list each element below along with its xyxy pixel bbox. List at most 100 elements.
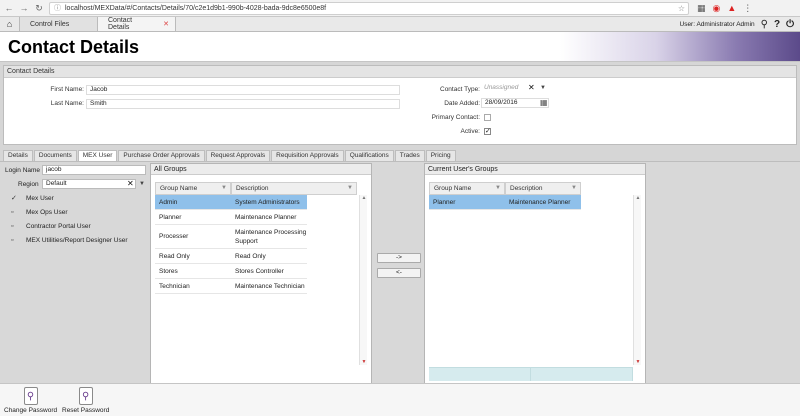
reset-password-button[interactable]: ⚲ Reset Password (62, 387, 109, 414)
chevron-down-icon[interactable]: ▼ (495, 183, 501, 194)
tab-documents[interactable]: Documents (33, 150, 77, 161)
date-added-label: Date Added: (444, 100, 480, 107)
contact-type-select[interactable]: Unassigned (484, 84, 529, 91)
scrollbar[interactable]: ▲ ▼ (633, 195, 641, 365)
scroll-up-icon[interactable]: ▲ (360, 195, 368, 201)
column-description[interactable]: Description ▼ (505, 182, 581, 195)
browser-toolbar: ← → ↻ ⓘ localhost/MEXData/#/Contacts/Det… (0, 0, 800, 17)
active-checkbox[interactable]: ✓ (484, 128, 491, 135)
grid-body: Admin System Administrators Planner Main… (155, 195, 307, 294)
title-band: Contact Details (0, 32, 800, 62)
column-group-name[interactable]: Group Name ▼ (429, 182, 505, 195)
scroll-down-icon[interactable]: ▼ (360, 359, 368, 365)
tab-label: Contact Details (108, 17, 133, 31)
panel-header: Contact Details (4, 66, 796, 78)
region-label: Region (18, 181, 39, 188)
scroll-down-icon[interactable]: ▼ (634, 359, 642, 365)
all-groups-grid: All Groups Group Name ▼ Description ▼ Admi… (150, 163, 372, 384)
remove-group-button[interactable]: <- (377, 268, 421, 278)
bottom-toolbar: ⚲ Change Password ⚲ Reset Password (0, 383, 800, 416)
change-password-button[interactable]: ⚲ Change Password (4, 387, 57, 414)
column-description[interactable]: Description ▼ (231, 182, 357, 195)
table-row[interactable]: Planner Maintenance Planner (429, 195, 581, 210)
tab-details[interactable]: Details (3, 150, 33, 161)
checkbox-icon[interactable]: ▫ (11, 209, 17, 216)
role-label: Mex Ops User (26, 209, 68, 216)
role-mex-user[interactable]: ✓ Mex User (11, 195, 54, 203)
scrollbar[interactable]: ▲ ▼ (359, 195, 367, 365)
table-row[interactable]: Stores Stores Controller (155, 264, 307, 279)
subtab-bar: Details Documents MEX User Purchase Orde… (3, 150, 457, 161)
chevron-down-icon[interactable]: ▼ (139, 181, 145, 187)
region-select[interactable]: Default (42, 179, 136, 189)
tab-pricing[interactable]: Pricing (425, 150, 456, 161)
chevron-down-icon[interactable]: ▼ (571, 183, 577, 194)
home-icon[interactable]: ⌂ (0, 17, 20, 31)
app-tab-strip: ⌂ Control Files Contact Details ✕ User: … (0, 17, 800, 32)
tab-mex-user[interactable]: MEX User (77, 150, 118, 161)
role-mex-ops-user[interactable]: ▫ Mex Ops User (11, 209, 68, 217)
role-label: MEX Utilities/Report Designer User (26, 237, 128, 244)
extension-icon[interactable]: ▦ (697, 3, 706, 14)
table-row[interactable]: Planner Maintenance Planner (155, 210, 307, 225)
scroll-up-icon[interactable]: ▲ (634, 195, 642, 201)
reload-icon[interactable]: ↻ (33, 2, 45, 14)
footer-cell (531, 368, 633, 381)
chevron-down-icon[interactable]: ▼ (347, 183, 353, 194)
back-icon[interactable]: ← (3, 2, 15, 14)
address-bar[interactable]: ⓘ localhost/MEXData/#/Contacts/Details/7… (49, 1, 689, 15)
role-label: Contractor Portal User (26, 223, 91, 230)
checkbox-checked-icon[interactable]: ✓ (11, 195, 17, 202)
table-row[interactable]: Technician Maintenance Technician (155, 279, 307, 294)
search-icon[interactable]: ⚲ (761, 19, 768, 30)
contact-details-panel: Contact Details First Name: Jacob Last N… (3, 65, 797, 145)
grid-footer (429, 367, 633, 381)
date-added-input[interactable]: 28/09/2016 (481, 98, 549, 108)
page-title: Contact Details (8, 37, 140, 57)
tab-control-files[interactable]: Control Files (20, 17, 98, 31)
primary-contact-label: Primary Contact: (431, 114, 480, 121)
last-name-input[interactable]: Smith (86, 99, 400, 109)
login-name-input[interactable]: jacob (42, 165, 146, 175)
clear-icon[interactable]: ✕ (127, 179, 134, 188)
close-icon[interactable]: ✕ (163, 20, 169, 28)
checkbox-icon[interactable]: ▫ (11, 223, 17, 230)
tab-purchase-order-approvals[interactable]: Purchase Order Approvals (118, 150, 205, 161)
current-groups-grid: Current User's Groups Group Name ▼ Descri… (424, 163, 646, 384)
calendar-icon[interactable]: ▦ (540, 98, 548, 107)
first-name-label: First Name: (50, 86, 84, 93)
table-row[interactable]: Admin System Administrators (155, 195, 307, 210)
role-contractor-portal-user[interactable]: ▫ Contractor Portal User (11, 223, 91, 231)
role-report-designer-user[interactable]: ▫ MEX Utilities/Report Designer User (11, 237, 128, 245)
tab-trades[interactable]: Trades (394, 150, 425, 161)
grid-title: Current User's Groups (425, 164, 645, 175)
extension-alert-icon[interactable]: ▲ (727, 3, 736, 13)
active-label: Active: (460, 128, 480, 135)
chevron-down-icon[interactable]: ▼ (221, 183, 227, 194)
table-row[interactable]: Read Only Read Only (155, 249, 307, 264)
star-icon[interactable]: ☆ (678, 4, 685, 13)
add-group-button[interactable]: -> (377, 253, 421, 263)
grid-header: Group Name ▼ Description ▼ (155, 182, 357, 195)
primary-contact-checkbox[interactable] (484, 114, 491, 121)
column-group-name[interactable]: Group Name ▼ (155, 182, 231, 195)
grid-header: Group Name ▼ Description ▼ (429, 182, 581, 195)
button-label: Reset Password (62, 407, 110, 414)
role-label: Mex User (26, 195, 54, 202)
url-text: localhost/MEXData/#/Contacts/Details/70/… (65, 4, 327, 12)
table-row[interactable]: Processer Maintenance Processing Support (155, 225, 307, 249)
power-icon[interactable]: ⏻ (786, 19, 794, 30)
tab-request-approvals[interactable]: Request Approvals (205, 150, 271, 161)
tab-requisition-approvals[interactable]: Requisition Approvals (271, 150, 344, 161)
user-label: User: Administrator Admin (679, 20, 755, 28)
tab-contact-details[interactable]: Contact Details ✕ (98, 17, 176, 31)
menu-icon[interactable]: ⋮ (743, 3, 752, 14)
checkbox-icon[interactable]: ▫ (11, 237, 17, 244)
forward-icon[interactable]: → (18, 2, 30, 14)
chevron-down-icon[interactable]: ▼ (540, 85, 546, 91)
help-icon[interactable]: ? (774, 19, 780, 30)
clear-icon[interactable]: ✕ (528, 83, 535, 92)
tab-qualifications[interactable]: Qualifications (344, 150, 394, 161)
first-name-input[interactable]: Jacob (86, 85, 400, 95)
extension-red-icon[interactable]: ◉ (713, 3, 721, 14)
